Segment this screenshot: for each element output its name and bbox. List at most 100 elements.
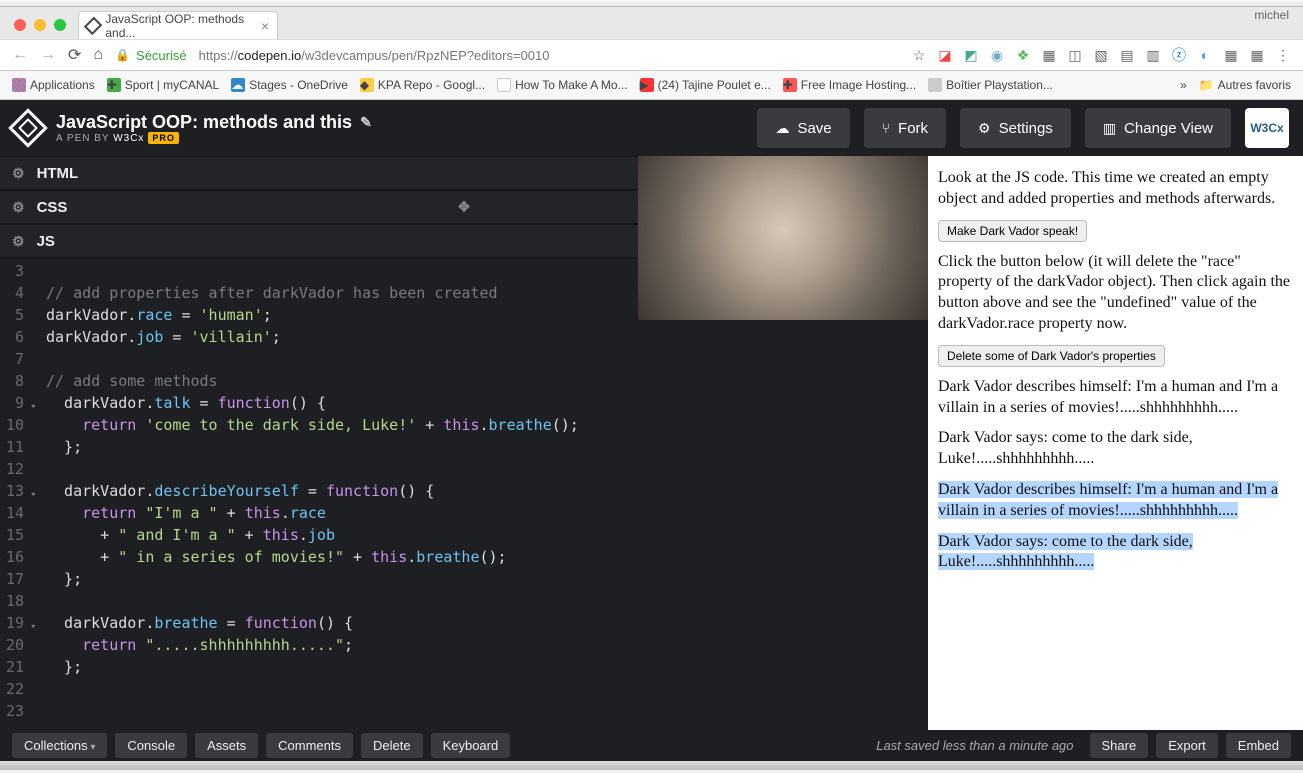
w3cx-logo-text: W3Cx — [1250, 121, 1283, 135]
bookmark-label: Boîtier Playstation... — [946, 78, 1053, 92]
extension-icon[interactable]: ▧ — [1093, 47, 1109, 64]
extension-icon[interactable]: ◉ — [989, 47, 1005, 64]
keyboard-button[interactable]: Keyboard — [431, 733, 511, 758]
codepen-logo-icon[interactable] — [8, 108, 48, 148]
window-controls[interactable] — [14, 19, 66, 31]
extension-icon[interactable]: ⓩ — [1171, 45, 1187, 65]
bookmark-item[interactable]: ▶(24) Tajine Poulet e... — [640, 78, 771, 92]
layout-icon: ▥ — [1103, 120, 1116, 137]
preview-text: Dark Vador describes himself: I'm a huma… — [938, 480, 1293, 522]
extension-icon[interactable]: ▦ — [1249, 47, 1265, 64]
bookmark-label: Stages - OneDrive — [249, 78, 348, 92]
address-bar-icons: ☆ ◪ ◩ ◉ ❖ ▦ ◫ ▧ ▤ ▥ ⓩ ◐ ▦ ▦ ⋮ — [911, 45, 1291, 65]
favicon-icon — [497, 78, 511, 92]
close-window-icon[interactable] — [14, 19, 26, 31]
tab-strip: JavaScript OOP: methods and... × michel — [0, 7, 1303, 39]
minimize-window-icon[interactable] — [34, 19, 46, 31]
delete-props-button[interactable]: Delete some of Dark Vador's properties — [938, 345, 1165, 367]
bookmark-item[interactable]: Boîtier Playstation... — [928, 78, 1053, 92]
extension-icon[interactable]: ❖ — [1015, 47, 1031, 64]
extension-icon[interactable]: ◪ — [937, 47, 953, 64]
pen-title[interactable]: JavaScript OOP: methods and this — [56, 112, 352, 133]
preview-text: Look at the JS code. This time we create… — [938, 168, 1293, 210]
code-lines[interactable]: // add properties after darkVador has be… — [30, 258, 579, 730]
cloud-icon: ☁ — [775, 120, 789, 137]
preview-text: Click the button below (it will delete t… — [938, 252, 1293, 335]
drag-handle-icon[interactable]: ✥ — [458, 199, 470, 216]
delete-button[interactable]: Delete — [361, 733, 423, 758]
html-panel-label: HTML — [37, 165, 79, 182]
webcam-video-overlay[interactable] — [638, 156, 928, 320]
url-display[interactable]: https://codepen.io/w3devcampus/pen/RpzNE… — [199, 48, 550, 63]
apps-bookmark[interactable]: Applications — [12, 78, 95, 92]
bookmark-item[interactable]: ✚Sport | myCANAL — [107, 78, 219, 92]
line-number-gutter: 3456789▾10111213▾141516171819▾20212223 — [0, 258, 30, 730]
tab-close-icon[interactable]: × — [261, 18, 269, 34]
change-view-button[interactable]: ▥Change View — [1085, 108, 1231, 148]
forward-icon: → — [40, 46, 56, 64]
gear-icon[interactable]: ⚙ — [12, 165, 25, 182]
maximize-window-icon[interactable] — [54, 19, 66, 31]
bookmark-item[interactable]: ◆ KPA Repo - Googl... — [360, 78, 485, 92]
bookmark-label: Free Image Hosting... — [801, 78, 916, 92]
tab-favicon-icon — [84, 16, 103, 35]
favicon-icon: ✚ — [783, 78, 797, 92]
extension-icon[interactable]: ▦ — [1041, 47, 1057, 64]
save-label: Save — [797, 120, 831, 137]
browser-tab[interactable]: JavaScript OOP: methods and... × — [78, 11, 278, 39]
reload-icon[interactable]: ⟳ — [68, 45, 81, 65]
favicon-icon: ◆ — [360, 78, 374, 92]
favicon-icon: ✚ — [107, 78, 121, 92]
share-button[interactable]: Share — [1090, 733, 1149, 758]
pro-badge: PRO — [148, 132, 179, 144]
bookmark-item[interactable]: ✚ Free Image Hosting... — [783, 78, 916, 92]
console-button[interactable]: Console — [115, 733, 187, 758]
settings-button[interactable]: ⚙Settings — [960, 108, 1071, 148]
extension-icon[interactable]: ◐ — [1197, 47, 1213, 63]
byline-prefix: A PEN BY — [56, 133, 113, 144]
connection-secure[interactable]: 🔒 Sécurisé — [115, 48, 187, 63]
embed-button[interactable]: Embed — [1226, 733, 1291, 758]
url-prefix: https:// — [199, 48, 238, 63]
gear-icon[interactable]: ⚙ — [12, 233, 25, 250]
apps-icon — [12, 78, 26, 92]
folder-icon: 📁 — [1199, 78, 1214, 92]
lock-icon: 🔒 — [115, 48, 130, 62]
bookmark-label: KPA Repo - Googl... — [378, 78, 485, 92]
bookmarks-bar: Applications ✚Sport | myCANAL ☁Stages - … — [0, 71, 1303, 100]
assets-button[interactable]: Assets — [195, 733, 258, 758]
gear-icon[interactable]: ⚙ — [12, 199, 25, 216]
account-logo[interactable]: W3Cx — [1245, 108, 1289, 148]
js-code-editor[interactable]: 3456789▾10111213▾141516171819▾20212223 /… — [0, 258, 928, 730]
byline-author[interactable]: W3Cx — [113, 133, 144, 144]
secure-label: Sécurisé — [136, 48, 187, 63]
save-button[interactable]: ☁ Save — [757, 108, 849, 148]
home-icon[interactable]: ⌂ — [93, 46, 103, 64]
other-bookmarks[interactable]: 📁Autres favoris — [1199, 78, 1291, 92]
comments-button[interactable]: Comments — [266, 733, 353, 758]
extension-icon[interactable]: ◫ — [1067, 47, 1083, 64]
back-icon[interactable]: ← — [12, 46, 28, 64]
star-icon[interactable]: ☆ — [911, 47, 927, 64]
extension-icon[interactable]: ◩ — [963, 47, 979, 64]
speak-button[interactable]: Make Dark Vador speak! — [938, 220, 1087, 242]
last-saved-message: Last saved less than a minute ago — [876, 738, 1073, 753]
bookmark-item[interactable]: How To Make A Mo... — [497, 78, 628, 92]
url-host: codepen.io — [238, 48, 302, 63]
bookmark-overflow-icon[interactable]: » — [1180, 78, 1187, 92]
export-button[interactable]: Export — [1156, 733, 1218, 758]
chrome-profile-label[interactable]: michel — [1254, 8, 1289, 22]
extension-icon[interactable]: ▤ — [1119, 47, 1135, 64]
address-bar-row: ← → ⟳ ⌂ 🔒 Sécurisé https://codepen.io/w3… — [0, 39, 1303, 71]
codepen-footer: Collections Console Assets Comments Dele… — [0, 730, 1303, 761]
selected-text: Dark Vador describes himself: I'm a huma… — [938, 481, 1278, 519]
fork-button[interactable]: ⑂Fork — [864, 108, 946, 148]
extension-icon[interactable]: ▦ — [1223, 47, 1239, 64]
fork-label: Fork — [898, 120, 928, 137]
edit-title-icon[interactable]: ✎ — [360, 114, 372, 131]
collections-button[interactable]: Collections — [12, 733, 107, 758]
chrome-menu-icon[interactable]: ⋮ — [1275, 47, 1291, 64]
bookmark-item[interactable]: ☁Stages - OneDrive — [231, 78, 348, 92]
extension-icon[interactable]: ▥ — [1145, 47, 1161, 64]
apps-label: Applications — [30, 78, 95, 92]
